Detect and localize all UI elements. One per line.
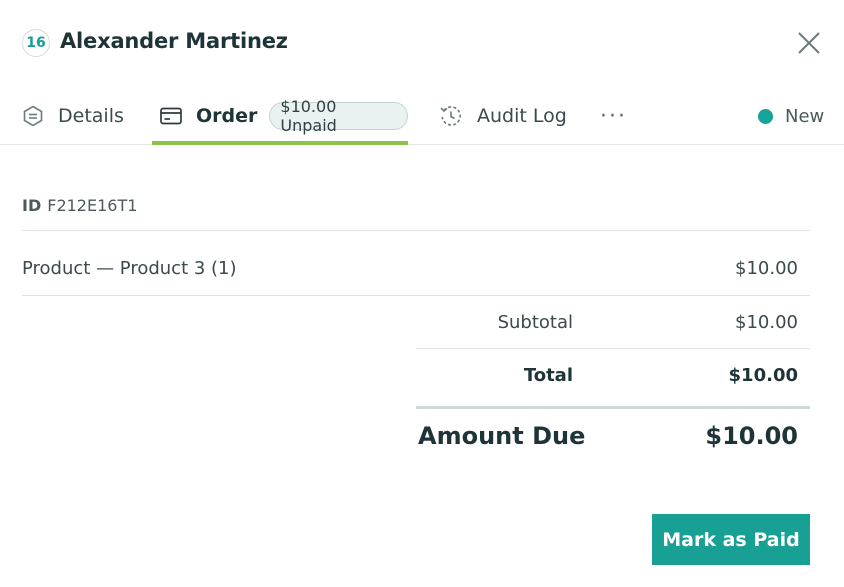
divider: [22, 295, 810, 296]
card-icon: [160, 107, 182, 125]
amount-due-row: Amount Due $10.00: [418, 422, 798, 450]
tab-audit-log[interactable]: Audit Log: [439, 88, 567, 144]
unpaid-amount-badge: $10.00 Unpaid: [269, 97, 408, 135]
order-id-label: ID: [22, 196, 42, 215]
order-id-value: F212E16T1: [47, 196, 138, 215]
line-item-description: Product — Product 3 (1): [22, 258, 237, 279]
divider: [22, 230, 810, 231]
ticket-number-badge: 16: [22, 29, 50, 57]
close-icon: [798, 32, 820, 54]
document-tag-icon: [22, 105, 44, 127]
divider: [416, 406, 810, 409]
customer-name: Alexander Martinez: [60, 29, 288, 53]
tab-audit-log-label: Audit Log: [477, 105, 567, 127]
amount-due-label: Amount Due: [418, 422, 586, 450]
mark-as-paid-button[interactable]: Mark as Paid: [652, 514, 810, 565]
tab-details[interactable]: Details: [22, 88, 124, 144]
subtotal-label: Subtotal: [497, 312, 573, 333]
line-item-amount: $10.00: [735, 258, 798, 279]
history-icon: [439, 104, 463, 128]
tab-bar: Details Order $10.00 Unpaid Audit Log ··…: [0, 88, 844, 145]
order-id: ID F212E16T1: [22, 196, 137, 215]
tab-order-label: Order: [196, 105, 258, 127]
amount-due-value: $10.00: [705, 422, 798, 450]
order-panel: 16 Alexander Martinez Details Order $10.…: [0, 0, 844, 587]
tab-order[interactable]: Order $10.00 Unpaid: [152, 88, 408, 145]
close-button[interactable]: [796, 30, 822, 56]
status-label: New: [785, 105, 825, 127]
total-label: Total: [523, 365, 573, 386]
more-options-button[interactable]: ···: [600, 88, 627, 144]
line-item-row: Product — Product 3 (1) $10.00: [22, 258, 798, 279]
status-indicator: New: [758, 88, 824, 144]
status-dot: [758, 108, 773, 124]
panel-header: 16 Alexander Martinez: [0, 0, 844, 88]
tab-details-label: Details: [58, 105, 124, 127]
subtotal-value: $10.00: [735, 312, 798, 333]
divider: [416, 348, 810, 349]
total-value: $10.00: [728, 365, 798, 386]
